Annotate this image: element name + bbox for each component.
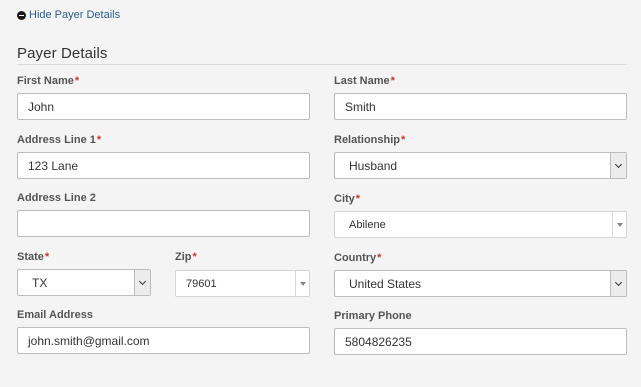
last-name-label: Last Name* bbox=[334, 75, 395, 87]
city-dropdown-button[interactable] bbox=[612, 212, 626, 237]
required-marker: * bbox=[74, 75, 80, 87]
last-name-label-text: Last Name bbox=[334, 75, 390, 87]
city-label-text: City bbox=[334, 193, 355, 205]
primary-phone-label: Primary Phone bbox=[334, 310, 412, 322]
address-line-2-label-text: Address Line 2 bbox=[17, 192, 96, 204]
address-line-1-label: Address Line 1* bbox=[17, 134, 101, 146]
triangle-down-icon bbox=[616, 222, 623, 227]
zip-label: Zip* bbox=[175, 251, 197, 263]
primary-phone-field[interactable]: 5804826235 bbox=[334, 328, 627, 355]
country-select[interactable]: United States bbox=[334, 270, 627, 297]
required-marker: * bbox=[44, 251, 50, 263]
first-name-label-text: First Name bbox=[17, 75, 74, 87]
state-label: State* bbox=[17, 251, 49, 263]
required-marker: * bbox=[355, 193, 361, 205]
first-name-field[interactable]: John bbox=[17, 93, 310, 120]
city-combobox[interactable]: Abilene bbox=[334, 211, 627, 238]
email-address-field[interactable]: john.smith@gmail.com bbox=[17, 327, 310, 354]
relationship-select[interactable]: Husband bbox=[334, 152, 627, 179]
city-value: Abilene bbox=[349, 218, 386, 231]
section-title: Payer Details bbox=[17, 45, 108, 62]
required-marker: * bbox=[192, 251, 197, 263]
email-address-label: Email Address bbox=[17, 309, 93, 321]
minus-circle-icon bbox=[17, 10, 26, 20]
hide-payer-details-label: Hide Payer Details bbox=[29, 9, 121, 21]
state-label-text: State bbox=[17, 251, 44, 263]
first-name-label: First Name* bbox=[17, 75, 79, 87]
triangle-down-icon bbox=[299, 281, 306, 286]
chevron-down-icon bbox=[614, 278, 623, 286]
primary-phone-label-text: Primary Phone bbox=[334, 310, 412, 322]
relationship-dropdown-button[interactable] bbox=[610, 153, 626, 178]
zip-label-text: Zip bbox=[175, 251, 192, 263]
chevron-down-icon bbox=[138, 277, 147, 285]
address-line-1-value: 123 Lane bbox=[28, 158, 79, 173]
zip-combobox[interactable]: 79601 bbox=[175, 270, 310, 297]
hide-payer-details-toggle[interactable]: Hide Payer Details bbox=[17, 9, 120, 21]
zip-dropdown-button[interactable] bbox=[295, 271, 309, 296]
address-line-2-field[interactable] bbox=[17, 210, 310, 237]
state-value: TX bbox=[32, 275, 48, 290]
address-line-1-field[interactable]: 123 Lane bbox=[17, 152, 310, 179]
required-marker: * bbox=[96, 134, 102, 146]
zip-value: 79601 bbox=[186, 277, 217, 290]
city-label: City* bbox=[334, 193, 360, 205]
address-line-2-label: Address Line 2 bbox=[17, 192, 96, 204]
email-address-value: john.smith@gmail.com bbox=[28, 333, 150, 348]
state-dropdown-button[interactable] bbox=[134, 270, 150, 295]
last-name-value: Smith bbox=[345, 99, 376, 114]
relationship-label-text: Relationship bbox=[334, 134, 401, 146]
chevron-down-icon bbox=[614, 160, 623, 168]
last-name-field[interactable]: Smith bbox=[334, 93, 627, 120]
country-value: United States bbox=[349, 276, 422, 291]
country-label: Country* bbox=[334, 252, 381, 264]
country-dropdown-button[interactable] bbox=[610, 271, 626, 296]
relationship-label: Relationship* bbox=[334, 134, 405, 146]
address-line-1-label-text: Address Line 1 bbox=[17, 134, 96, 146]
section-divider bbox=[17, 64, 627, 65]
required-marker: * bbox=[401, 134, 406, 146]
country-label-text: Country bbox=[334, 252, 377, 264]
required-marker: * bbox=[390, 75, 395, 87]
first-name-value: John bbox=[28, 99, 55, 114]
relationship-value: Husband bbox=[349, 158, 398, 173]
state-select[interactable]: TX bbox=[17, 269, 151, 296]
required-marker: * bbox=[377, 252, 382, 264]
primary-phone-value: 5804826235 bbox=[345, 334, 412, 349]
email-address-label-text: Email Address bbox=[17, 309, 94, 321]
